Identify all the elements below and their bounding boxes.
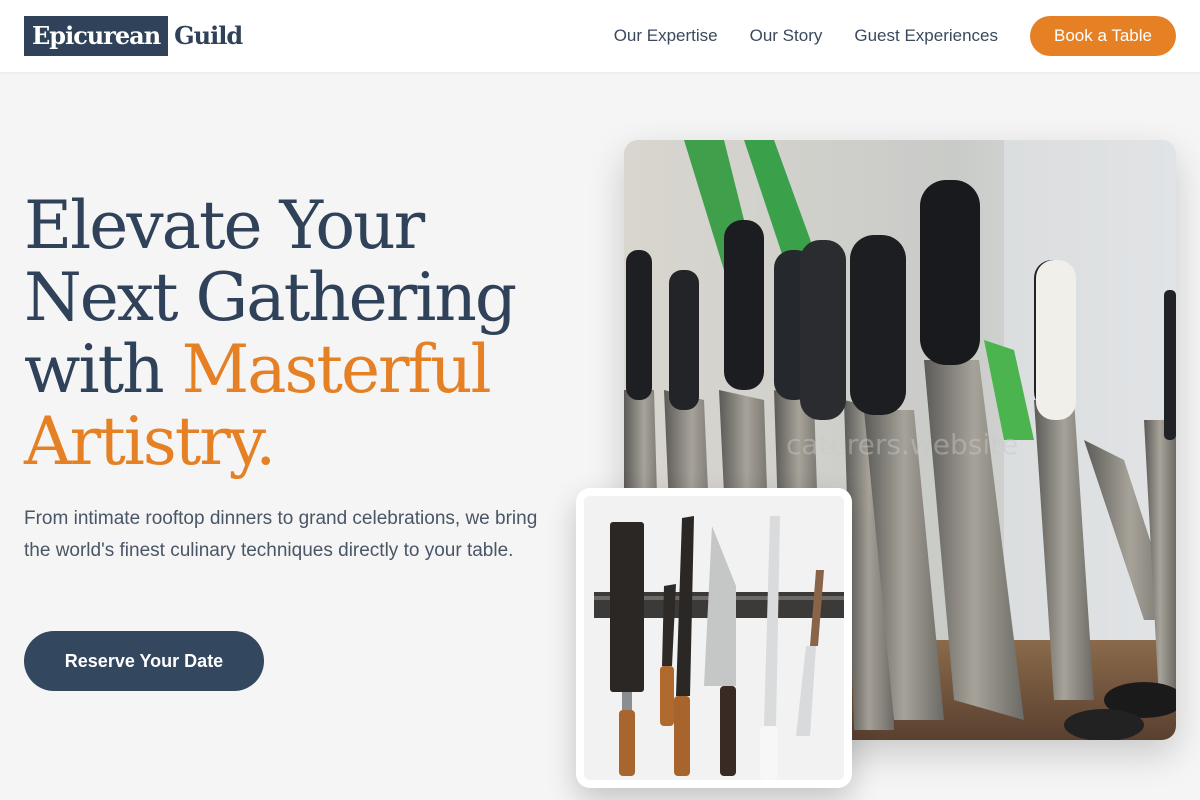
headline-line3-plain: with xyxy=(24,331,165,408)
logo-secondary: Guild xyxy=(174,21,243,50)
hero-inset-image xyxy=(576,488,852,788)
nav-guest-experiences[interactable]: Guest Experiences xyxy=(854,26,998,46)
image-watermark: caterers.website xyxy=(786,428,1019,461)
nav-our-expertise[interactable]: Our Expertise xyxy=(614,26,718,46)
headline-accent-last: Artistry. xyxy=(24,403,276,480)
site-header: Epicurean Guild Our Expertise Our Story … xyxy=(0,0,1200,72)
main-nav: Our Expertise Our Story Guest Experience… xyxy=(614,16,1176,56)
book-table-button[interactable]: Book a Table xyxy=(1030,16,1176,56)
logo[interactable]: Epicurean Guild xyxy=(24,16,243,56)
hero-headline: Elevate Your Next Gathering with Masterf… xyxy=(24,190,584,478)
hero-subtext: From intimate rooftop dinners to grand c… xyxy=(24,508,538,561)
headline-line1: Elevate Your xyxy=(24,187,425,264)
logo-primary: Epicurean xyxy=(24,16,169,56)
headline-accent-word: Masterful xyxy=(181,331,492,408)
nav-our-story[interactable]: Our Story xyxy=(750,26,823,46)
reserve-date-button[interactable]: Reserve Your Date xyxy=(24,631,264,691)
knives-magnetic-strip-photo xyxy=(584,496,844,780)
headline-line2: Next Gathering xyxy=(24,259,517,336)
inset-photo-wrapper xyxy=(584,496,844,780)
